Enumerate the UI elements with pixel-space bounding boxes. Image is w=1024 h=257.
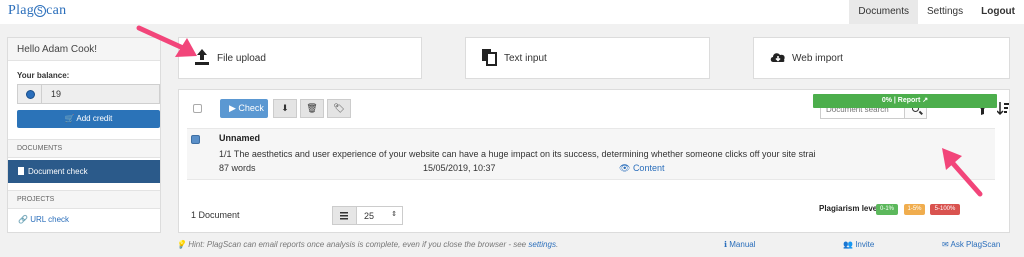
delete-button[interactable]: 🗑 xyxy=(300,99,324,118)
external-link-icon: ↗ xyxy=(922,97,929,104)
users-icon: 👥 xyxy=(843,240,856,249)
report-button[interactable]: 0% | Report ↗ xyxy=(813,94,997,108)
check-button[interactable]: ▶ Check xyxy=(220,99,268,118)
balance-value: 19 xyxy=(51,89,62,99)
cart-icon: 🛒 xyxy=(64,114,77,123)
ask-label: Ask PlagScan xyxy=(950,240,1001,249)
documents-section-header: DOCUMENTS xyxy=(8,139,160,158)
text-input-card[interactable]: Text input xyxy=(465,37,710,79)
link-icon: 🔗 xyxy=(18,215,31,224)
invite-label: Invite xyxy=(855,240,875,249)
report-label: 0% | Report xyxy=(881,97,921,104)
nav-logout[interactable]: Logout xyxy=(972,0,1024,24)
chevron-updown-icon: ⇕ xyxy=(391,211,397,218)
sidebar-item-label: Document check xyxy=(28,167,88,176)
cloud-download-icon xyxy=(770,53,785,62)
check-label: Check xyxy=(238,103,264,113)
add-credit-label: Add credit xyxy=(76,114,113,123)
annotation-arrow-upload xyxy=(136,25,197,57)
file-upload-label: File upload xyxy=(217,53,266,64)
sidebar-item-url-check[interactable]: 🔗 URL check xyxy=(18,215,69,224)
add-credit-button[interactable]: 🛒 Add credit xyxy=(17,110,160,128)
documents-panel: ▶ Check ⬇ 🗑 🏷 Unnamed 1/1 The aesthetics… xyxy=(178,89,1010,233)
coin-icon xyxy=(18,85,42,103)
document-snippet: 1/1 The aesthetics and user experience o… xyxy=(219,149,815,159)
tag-button[interactable]: 🏷 xyxy=(327,99,351,118)
main-nav: Documents Settings Logout xyxy=(849,0,1024,24)
page-size-value: 25 xyxy=(364,211,375,221)
content-link-label: Content xyxy=(632,163,665,173)
sidebar-item-label: URL check xyxy=(30,215,70,224)
nav-documents[interactable]: Documents xyxy=(849,0,918,24)
top-bar: Plag Scan Documents Settings Logout xyxy=(0,0,1024,24)
logo-s: S xyxy=(34,5,47,17)
document-title[interactable]: Unnamed xyxy=(219,133,260,143)
download-icon: ⬇ xyxy=(281,103,289,113)
invite-link[interactable]: 👥 Invite xyxy=(843,240,874,249)
document-icon xyxy=(18,167,24,175)
trash-icon: 🗑 xyxy=(306,103,318,113)
document-date: 15/05/2019, 10:37 xyxy=(423,163,496,173)
list-icon xyxy=(333,207,357,224)
settings-link[interactable]: settings xyxy=(528,240,556,249)
hint-text: 💡 Hint: PlagScan can email reports once … xyxy=(176,240,559,249)
text-input-label: Text input xyxy=(504,53,547,64)
nav-settings[interactable]: Settings xyxy=(918,0,972,24)
annotation-arrow-report xyxy=(942,148,983,197)
download-button[interactable]: ⬇ xyxy=(273,99,297,118)
level-badge-high: 5-100% xyxy=(930,204,960,215)
document-count: 1 Document xyxy=(191,210,240,220)
page-size-select[interactable]: 25 ⇕ xyxy=(332,206,403,225)
document-row[interactable]: Unnamed 1/1 The aesthetics and user expe… xyxy=(187,128,995,180)
web-import-label: Web import xyxy=(792,53,843,64)
web-import-card[interactable]: Web import xyxy=(753,37,1010,79)
level-badge-low: 0-1% xyxy=(876,204,898,215)
manual-link[interactable]: ℹ Manual xyxy=(724,240,756,249)
play-icon: ▶ xyxy=(229,103,239,113)
content-link[interactable]: 👁 Content xyxy=(619,163,664,174)
plagiarism-level-label: Plagiarism level xyxy=(819,204,880,213)
word-count: 87 words xyxy=(219,163,256,173)
balance-box: 19 xyxy=(17,84,160,104)
sidebar: Hello Adam Cook! Your balance: 19 🛒 Add … xyxy=(7,37,161,233)
manual-label: Manual xyxy=(729,240,756,249)
level-badge-medium: 1-5% xyxy=(904,204,925,215)
document-checkbox[interactable] xyxy=(191,135,200,144)
projects-section-header: PROJECTS xyxy=(8,190,160,209)
logo-suffix: can xyxy=(46,3,67,18)
lightbulb-icon: 💡 xyxy=(176,240,189,249)
select-all-checkbox[interactable] xyxy=(193,104,202,113)
balance-label: Your balance: xyxy=(17,71,70,80)
copy-icon xyxy=(482,49,497,66)
sort-icon[interactable] xyxy=(997,102,1009,116)
ask-plagscan-link[interactable]: ✉ Ask PlagScan xyxy=(942,240,1000,249)
hint-message: Hint: PlagScan can email reports once an… xyxy=(188,240,527,249)
tag-icon: 🏷 xyxy=(333,103,345,113)
plagscan-logo[interactable]: Plag Scan xyxy=(8,3,66,19)
eye-icon: 👁 xyxy=(619,163,633,173)
logo-prefix: Plag xyxy=(8,3,35,18)
sidebar-item-document-check[interactable]: Document check xyxy=(8,160,160,183)
